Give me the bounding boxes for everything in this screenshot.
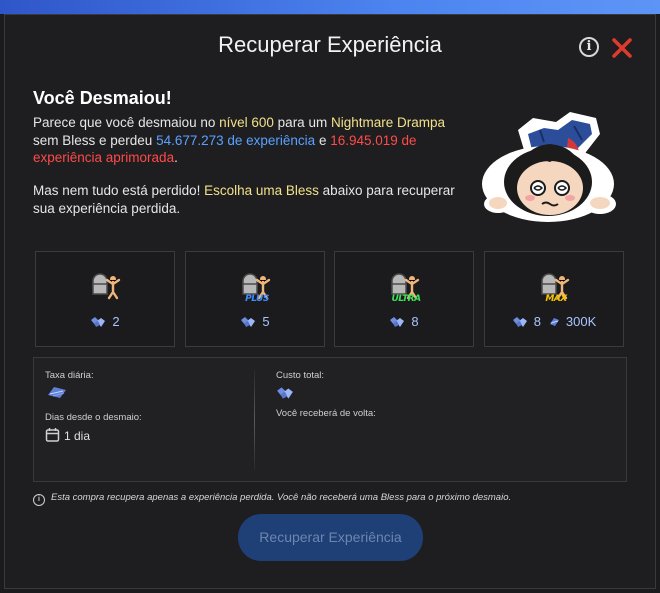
gem-icon — [91, 317, 106, 327]
desc-text: . — [174, 150, 178, 165]
window-top-bar — [0, 0, 660, 14]
bless-option-plus[interactable]: PLUS 5 — [185, 251, 325, 347]
prompt-text: Mas nem tudo está perdido! — [33, 183, 205, 198]
recover-prompt: Mas nem tudo está perdido! Escolha uma B… — [33, 182, 473, 217]
coin-icon — [549, 318, 559, 326]
monster-highlight: Nightmare Drampa — [330, 115, 445, 130]
desc-text: Parece que você desmaiou no — [33, 115, 220, 130]
bless-cost: 5 — [186, 314, 324, 329]
bless-cost: 2 — [36, 314, 174, 329]
bless-tier-label: ULTRA — [391, 294, 421, 304]
exp-lost: 54.677.273 de experiência — [156, 132, 316, 148]
info-icon[interactable]: i — [579, 37, 599, 57]
desc-text: sem Bless e perdeu — [33, 132, 157, 148]
gem-icon — [390, 317, 405, 327]
gem-amount: 8 — [411, 314, 419, 329]
bless-icon — [92, 273, 121, 300]
daily-fee-label: Taxa diária: — [45, 370, 94, 381]
desc-text: e — [315, 132, 331, 148]
info-icon: i — [33, 494, 45, 506]
calendar-icon — [45, 428, 60, 442]
bless-tier-label: PLUS — [245, 294, 269, 304]
gem-icon — [241, 317, 256, 327]
bless-cost: 8 300K — [485, 314, 623, 329]
total-cost-label: Custo total: — [276, 370, 325, 381]
choose-bless-highlight: Escolha uma Bless — [204, 183, 319, 198]
fainted-character-illustration — [482, 112, 616, 222]
bless-cost: 8 — [335, 314, 473, 329]
fainted-heading: Você Desmaiou! — [33, 88, 172, 108]
purchase-note-text: Esta compra recupera apenas a experiênci… — [51, 492, 512, 503]
gem-icon — [512, 317, 527, 327]
gem-icon — [277, 387, 293, 399]
bless-option-max[interactable]: MAX 8 300K — [484, 251, 624, 347]
dialog-title: Recuperar Experiência — [218, 32, 442, 57]
fainted-description: Parece que você desmaiou no nível 600 pa… — [33, 114, 473, 167]
recover-experience-button[interactable]: Recuperar Experiência — [238, 514, 423, 561]
refund-label: Você receberá de volta: — [276, 408, 376, 419]
close-icon[interactable] — [610, 36, 634, 60]
bless-option-basic[interactable]: 2 — [35, 251, 175, 347]
gem-amount: 2 — [112, 314, 120, 329]
level-highlight: nível 600 — [219, 115, 274, 130]
bless-option-ultra[interactable]: ULTRA 8 — [334, 251, 474, 347]
coin-icon — [48, 387, 66, 398]
coin-amount: 300K — [565, 314, 597, 329]
cost-summary-box: Taxa diária: Dias desde o desmaio: 1 dia… — [33, 357, 627, 482]
days-since-faint-label: Dias desde o desmaio: — [45, 412, 142, 423]
summary-divider — [254, 370, 255, 470]
days-since-faint-value: 1 dia — [64, 429, 91, 443]
gem-amount: 5 — [262, 314, 270, 329]
gem-amount: 8 — [533, 314, 541, 329]
purchase-note: i Esta compra recupera apenas a experiênc… — [33, 492, 511, 506]
bless-tier-label: MAX — [545, 294, 567, 304]
desc-text: para um — [273, 115, 331, 130]
